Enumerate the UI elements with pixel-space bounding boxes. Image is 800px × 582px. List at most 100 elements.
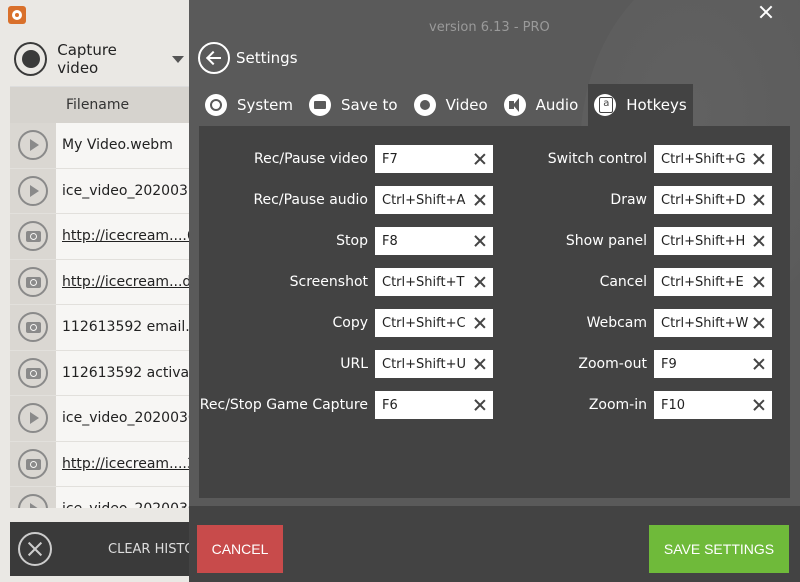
app-logo-icon bbox=[8, 6, 26, 24]
file-row[interactable]: http://icecream...d9 bbox=[10, 259, 210, 305]
settings-footer: CANCEL SAVE SETTINGS bbox=[189, 506, 800, 582]
clear-icon[interactable] bbox=[474, 194, 486, 206]
tab-label: Save to bbox=[340, 96, 398, 114]
file-icon-cell bbox=[10, 487, 56, 508]
tab-audio[interactable]: Audio bbox=[498, 84, 585, 126]
hotkey-value: F10 bbox=[661, 397, 686, 413]
clear-icon[interactable] bbox=[753, 276, 765, 288]
file-icon-cell bbox=[10, 168, 56, 213]
close-circle-icon[interactable] bbox=[18, 532, 52, 566]
hotkey-row: Cancel Ctrl+Shift+E bbox=[509, 268, 772, 296]
hotkey-value: Ctrl+Shift+U bbox=[382, 356, 466, 372]
file-icon-cell bbox=[10, 305, 56, 350]
hotkey-input[interactable]: F7 bbox=[375, 145, 493, 173]
tab-save-to[interactable]: Save to bbox=[303, 84, 404, 126]
clear-icon[interactable] bbox=[474, 235, 486, 247]
hotkey-input[interactable]: Ctrl+Shift+T bbox=[375, 268, 493, 296]
file-icon-cell bbox=[10, 396, 56, 441]
camera-icon[interactable] bbox=[18, 357, 48, 388]
clear-icon[interactable] bbox=[474, 399, 486, 411]
tab-hotkeys[interactable]: Hotkeys bbox=[588, 84, 693, 126]
file-name[interactable]: http://icecream...d9 bbox=[62, 274, 200, 290]
clear-icon[interactable] bbox=[753, 194, 765, 206]
file-icon-cell bbox=[10, 441, 56, 486]
tab-video[interactable]: Video bbox=[408, 84, 494, 126]
record-icon bbox=[14, 42, 48, 76]
hotkey-value: Ctrl+Shift+D bbox=[661, 192, 746, 208]
hotkey-label: Switch control bbox=[547, 151, 647, 167]
clear-icon[interactable] bbox=[474, 276, 486, 288]
hotkey-input[interactable]: F6 bbox=[375, 391, 493, 419]
folder-icon bbox=[308, 94, 331, 116]
hotkey-label: Webcam bbox=[586, 315, 647, 331]
hotkey-value: Ctrl+Shift+G bbox=[661, 151, 746, 167]
cancel-button[interactable]: CANCEL bbox=[197, 525, 283, 573]
clear-icon[interactable] bbox=[753, 235, 765, 247]
file-row[interactable]: ice_video_20200305 bbox=[10, 396, 210, 442]
hotkey-row: Switch control Ctrl+Shift+G bbox=[509, 145, 772, 173]
hotkey-row: Rec/Stop Game Capture F6 bbox=[199, 391, 493, 419]
file-row[interactable]: http://icecream....6f bbox=[10, 214, 210, 260]
hotkey-input[interactable]: Ctrl+Shift+C bbox=[375, 309, 493, 337]
save-settings-button[interactable]: SAVE SETTINGS bbox=[649, 525, 789, 573]
hotkey-label: Rec/Pause audio bbox=[253, 192, 368, 208]
file-row[interactable]: ice_video_2020030 bbox=[10, 487, 210, 508]
file-name[interactable]: http://icecream....34 bbox=[62, 456, 205, 472]
hotkey-value: Ctrl+Shift+H bbox=[661, 233, 746, 249]
camera-icon[interactable] bbox=[18, 266, 48, 297]
clear-icon[interactable] bbox=[753, 153, 765, 165]
hotkey-value: Ctrl+Shift+T bbox=[382, 274, 465, 290]
hotkey-input[interactable]: Ctrl+Shift+D bbox=[654, 186, 772, 214]
file-icon-cell bbox=[10, 259, 56, 304]
hotkey-input[interactable]: Ctrl+Shift+W bbox=[654, 309, 772, 337]
hotkey-input[interactable]: F10 bbox=[654, 391, 772, 419]
clear-icon[interactable] bbox=[474, 358, 486, 370]
clear-icon[interactable] bbox=[474, 153, 486, 165]
hotkey-label: Draw bbox=[610, 192, 647, 208]
file-list: Filename My Video.webm ice_video_20200312… bbox=[10, 86, 210, 508]
hotkey-input[interactable]: Ctrl+Shift+E bbox=[654, 268, 772, 296]
file-name[interactable]: http://icecream....6f bbox=[62, 228, 201, 244]
play-icon[interactable] bbox=[18, 403, 48, 434]
hotkey-input[interactable]: Ctrl+Shift+A bbox=[375, 186, 493, 214]
camera-icon[interactable] bbox=[18, 448, 48, 479]
play-icon[interactable] bbox=[18, 130, 48, 161]
camera-icon[interactable] bbox=[18, 221, 48, 252]
clear-icon[interactable] bbox=[753, 317, 765, 329]
play-icon[interactable] bbox=[18, 175, 48, 206]
clear-icon[interactable] bbox=[753, 358, 765, 370]
hotkey-input[interactable]: Ctrl+Shift+U bbox=[375, 350, 493, 378]
clear-icon[interactable] bbox=[474, 317, 486, 329]
chevron-down-icon[interactable] bbox=[172, 55, 184, 63]
hotkey-input[interactable]: Ctrl+Shift+H bbox=[654, 227, 772, 255]
file-name: My Video.webm bbox=[62, 137, 173, 154]
hotkey-input[interactable]: Ctrl+Shift+G bbox=[654, 145, 772, 173]
hotkey-input[interactable]: F9 bbox=[654, 350, 772, 378]
hotkey-row: Screenshot Ctrl+Shift+T bbox=[199, 268, 493, 296]
file-row[interactable]: http://icecream....34 bbox=[10, 441, 210, 487]
settings-tabs: System Save to Video Audio Hotkeys bbox=[199, 84, 697, 126]
capture-video-button[interactable]: Capture video bbox=[14, 41, 184, 77]
close-icon[interactable] bbox=[759, 5, 773, 19]
hotkey-label: Cancel bbox=[599, 274, 647, 290]
speaker-icon bbox=[503, 94, 526, 116]
filename-column-header[interactable]: Filename bbox=[10, 87, 210, 123]
tab-system[interactable]: System bbox=[199, 84, 299, 126]
hotkey-label: Stop bbox=[336, 233, 368, 249]
file-row[interactable]: ice_video_20200312 bbox=[10, 168, 210, 214]
settings-back-button[interactable]: Settings bbox=[198, 42, 298, 74]
clear-history-button[interactable]: CLEAR HISTO bbox=[108, 542, 195, 557]
clear-icon[interactable] bbox=[753, 399, 765, 411]
keyboard-icon bbox=[594, 94, 617, 116]
play-icon[interactable] bbox=[18, 494, 48, 508]
hotkey-value: Ctrl+Shift+E bbox=[661, 274, 744, 290]
camera-icon[interactable] bbox=[18, 312, 48, 343]
hotkey-label: Copy bbox=[332, 315, 368, 331]
hotkey-input[interactable]: F8 bbox=[375, 227, 493, 255]
file-row[interactable]: 112613592 email.p bbox=[10, 305, 210, 351]
capture-video-label: Capture video bbox=[57, 41, 117, 77]
file-rows: My Video.webm ice_video_20200312 http://ic… bbox=[10, 123, 210, 508]
hotkey-row: Rec/Pause audio Ctrl+Shift+A bbox=[199, 186, 493, 214]
file-row[interactable]: My Video.webm bbox=[10, 123, 210, 169]
file-row[interactable]: 112613592 activati bbox=[10, 350, 210, 396]
